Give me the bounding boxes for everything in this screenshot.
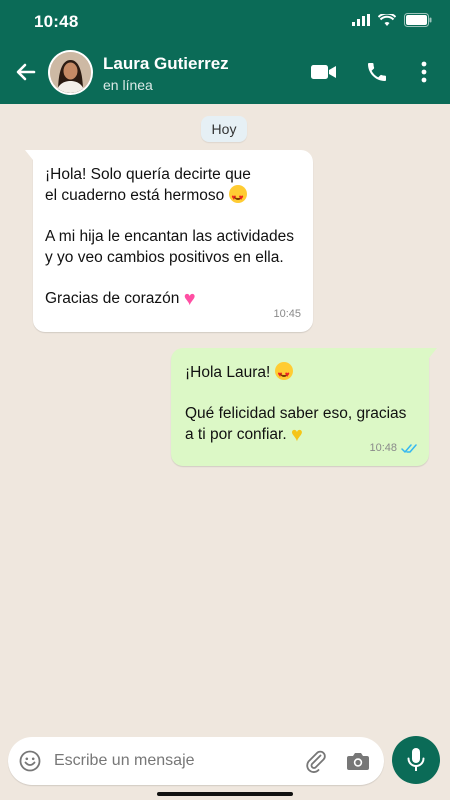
avatar-photo: [50, 52, 91, 93]
emoji-icon[interactable]: [18, 749, 42, 773]
contact-status: en línea: [103, 77, 153, 93]
message-line: A mi hija le encantan las actividades: [45, 228, 295, 245]
back-arrow-icon[interactable]: [12, 58, 40, 86]
camera-icon[interactable]: [346, 749, 370, 773]
read-receipt-icon: [401, 443, 417, 453]
status-bar: 10:48: [0, 0, 450, 44]
yellow-heart-emoji-icon: ♥: [290, 424, 303, 446]
signal-icon: [352, 14, 370, 26]
message-time: 10:45: [273, 308, 301, 320]
wifi-icon: [378, 13, 396, 26]
message-time: 10:48: [369, 442, 397, 454]
message-input[interactable]: [54, 749, 284, 773]
heart-eyes-emoji-icon: [274, 362, 293, 385]
message-line: y yo veo cambios positivos en ella.: [45, 249, 284, 266]
message-line: Gracias de corazón: [45, 290, 180, 307]
avatar[interactable]: [48, 50, 93, 95]
status-time: 10:48: [34, 12, 79, 31]
phone-icon[interactable]: [363, 58, 391, 86]
chat-header: 10:48 Laura Gutierrez en línea: [0, 0, 450, 104]
message-line: Qué felicidad saber eso, gracias: [185, 405, 407, 422]
message-line: ¡Hola! Solo quería decirte que: [45, 166, 251, 183]
home-indicator[interactable]: [157, 792, 293, 796]
outgoing-message[interactable]: ¡Hola Laura! Qué felicidad saber eso, gr…: [171, 348, 437, 466]
paperclip-icon[interactable]: [304, 749, 328, 773]
message-meta: 10:48: [369, 438, 417, 459]
pink-heart-emoji-icon: ♥: [183, 288, 196, 310]
message-line: el cuaderno está hermoso: [45, 187, 225, 204]
incoming-message[interactable]: ¡Hola! Solo quería decirte que el cuader…: [25, 150, 313, 332]
message-line: a ti por confiar.: [185, 426, 287, 443]
video-call-icon[interactable]: [310, 58, 338, 86]
battery-icon: [404, 13, 432, 27]
message-composer: [8, 737, 384, 785]
chat-area[interactable]: Hoy ¡Hola! Solo quería decirte que el cu…: [0, 104, 450, 724]
heart-eyes-emoji-icon: [228, 185, 247, 208]
more-vert-icon[interactable]: [410, 58, 438, 86]
status-icons: [352, 13, 432, 27]
conversation-bar: Laura Gutierrez en línea: [0, 44, 450, 104]
message-meta: 10:45: [273, 304, 301, 325]
date-chip: Hoy: [201, 116, 247, 142]
microphone-icon: [407, 748, 425, 771]
contact-name[interactable]: Laura Gutierrez: [103, 54, 229, 74]
message-line: ¡Hola Laura!: [185, 364, 271, 381]
microphone-button[interactable]: [392, 736, 440, 784]
